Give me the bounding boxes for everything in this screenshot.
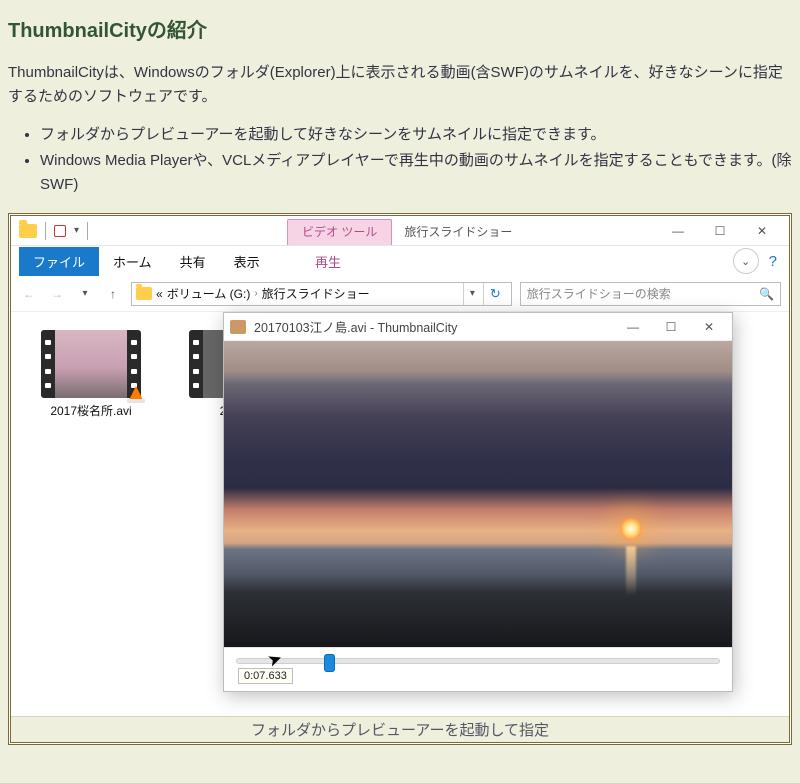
- preview-close-button[interactable]: ✕: [690, 313, 728, 341]
- ribbon-tab-view[interactable]: 表示: [220, 247, 274, 276]
- ribbon-tab-file[interactable]: ファイル: [19, 247, 99, 276]
- ribbon-tab-home[interactable]: ホーム: [99, 247, 166, 276]
- minimize-button[interactable]: ―: [657, 217, 699, 245]
- preview-title: 20170103江ノ島.avi - ThumbnailCity: [254, 317, 457, 336]
- explorer-titlebar: ▾ ビデオ ツール 旅行スライドショー ― ☐ ✕: [11, 216, 789, 246]
- contextual-tabset: ビデオ ツール 旅行スライドショー: [287, 216, 524, 245]
- divider: [87, 222, 88, 240]
- search-placeholder: 旅行スライドショーの検索: [527, 285, 671, 302]
- help-button[interactable]: ?: [763, 253, 783, 270]
- ribbon-tabs: ファイル ホーム 共有 表示 再生 ⌄ ?: [11, 246, 789, 276]
- window-controls: ― ☐ ✕: [657, 216, 783, 245]
- sunset-reflection-icon: [626, 546, 636, 596]
- preview-scrub-bar: ➤ 0:07.633: [224, 647, 732, 691]
- ribbon-collapse-button[interactable]: ⌄: [733, 248, 759, 274]
- contextual-tab-video-tools[interactable]: ビデオ ツール: [287, 219, 392, 245]
- nav-forward-button[interactable]: →: [47, 284, 67, 304]
- qat-item-icon[interactable]: [54, 225, 66, 237]
- page-title: ThumbnailCityの紹介: [8, 14, 792, 43]
- nav-history-dropdown[interactable]: ▾: [75, 284, 95, 304]
- contextual-tab-title: 旅行スライドショー: [394, 220, 522, 245]
- address-bar-row: ← → ▾ ↑ « ボリューム (G:) › 旅行スライドショー ▾ ↻ 旅行ス…: [11, 276, 789, 312]
- preview-window: 20170103江ノ島.avi - ThumbnailCity ― ☐ ✕ ➤: [223, 312, 733, 692]
- app-icon: [230, 320, 246, 334]
- nav-up-button[interactable]: ↑: [103, 284, 123, 304]
- feature-list: フォルダからプレビューアーを起動して好きなシーンをサムネイルに指定できます。 W…: [26, 123, 792, 197]
- file-item[interactable]: 2017桜名所.avi: [27, 330, 155, 434]
- refresh-button[interactable]: ↻: [483, 283, 507, 305]
- screenshot-frame: ▾ ビデオ ツール 旅行スライドショー ― ☐ ✕ ファイル ホーム 共有 表示…: [8, 213, 792, 745]
- vlc-overlay-icon: [128, 386, 144, 402]
- chevron-right-icon: ›: [254, 288, 257, 299]
- breadcrumb-chevrons[interactable]: «: [156, 287, 163, 301]
- breadcrumb-level2[interactable]: 旅行スライドショー: [262, 285, 370, 302]
- nav-back-button[interactable]: ←: [19, 284, 39, 304]
- preview-maximize-button[interactable]: ☐: [652, 313, 690, 341]
- sunset-glow-icon: [620, 518, 642, 540]
- search-input[interactable]: 旅行スライドショーの検索 🔍: [520, 282, 781, 306]
- divider: [45, 222, 46, 240]
- explorer-window: ▾ ビデオ ツール 旅行スライドショー ― ☐ ✕ ファイル ホーム 共有 表示…: [11, 216, 789, 716]
- quick-access-toolbar: ▾: [11, 216, 96, 245]
- intro-paragraph: ThumbnailCityは、Windowsのフォルダ(Explorer)上に表…: [8, 61, 792, 109]
- scrub-tooltip: 0:07.633: [238, 668, 293, 684]
- video-thumbnail-icon: [55, 330, 127, 398]
- file-label: 2017桜名所.avi: [50, 404, 131, 419]
- folder-icon: [136, 287, 152, 300]
- preview-video-frame: [224, 341, 732, 647]
- ribbon-tab-playback[interactable]: 再生: [301, 247, 355, 276]
- explorer-content: 2017桜名所.avi 2017…: [11, 312, 789, 692]
- screenshot-caption: フォルダからプレビューアーを起動して指定: [11, 716, 789, 742]
- breadcrumb-level1[interactable]: ボリューム (G:): [167, 285, 251, 302]
- scrub-thumb[interactable]: [324, 654, 335, 672]
- feature-item: フォルダからプレビューアーを起動して好きなシーンをサムネイルに指定できます。: [40, 123, 792, 147]
- address-bar[interactable]: « ボリューム (G:) › 旅行スライドショー ▾ ↻: [131, 282, 512, 306]
- maximize-button[interactable]: ☐: [699, 217, 741, 245]
- qat-dropdown-icon[interactable]: ▾: [74, 225, 79, 236]
- close-button[interactable]: ✕: [741, 217, 783, 245]
- folder-icon: [19, 224, 37, 238]
- scrub-track[interactable]: ➤: [236, 658, 720, 664]
- address-dropdown-button[interactable]: ▾: [463, 283, 481, 305]
- search-icon: 🔍: [759, 287, 774, 301]
- preview-titlebar[interactable]: 20170103江ノ島.avi - ThumbnailCity ― ☐ ✕: [224, 313, 732, 341]
- ribbon-tab-share[interactable]: 共有: [166, 247, 220, 276]
- feature-item: Windows Media Playerや、VCLメディアプレイヤーで再生中の動…: [40, 149, 792, 197]
- preview-minimize-button[interactable]: ―: [614, 313, 652, 341]
